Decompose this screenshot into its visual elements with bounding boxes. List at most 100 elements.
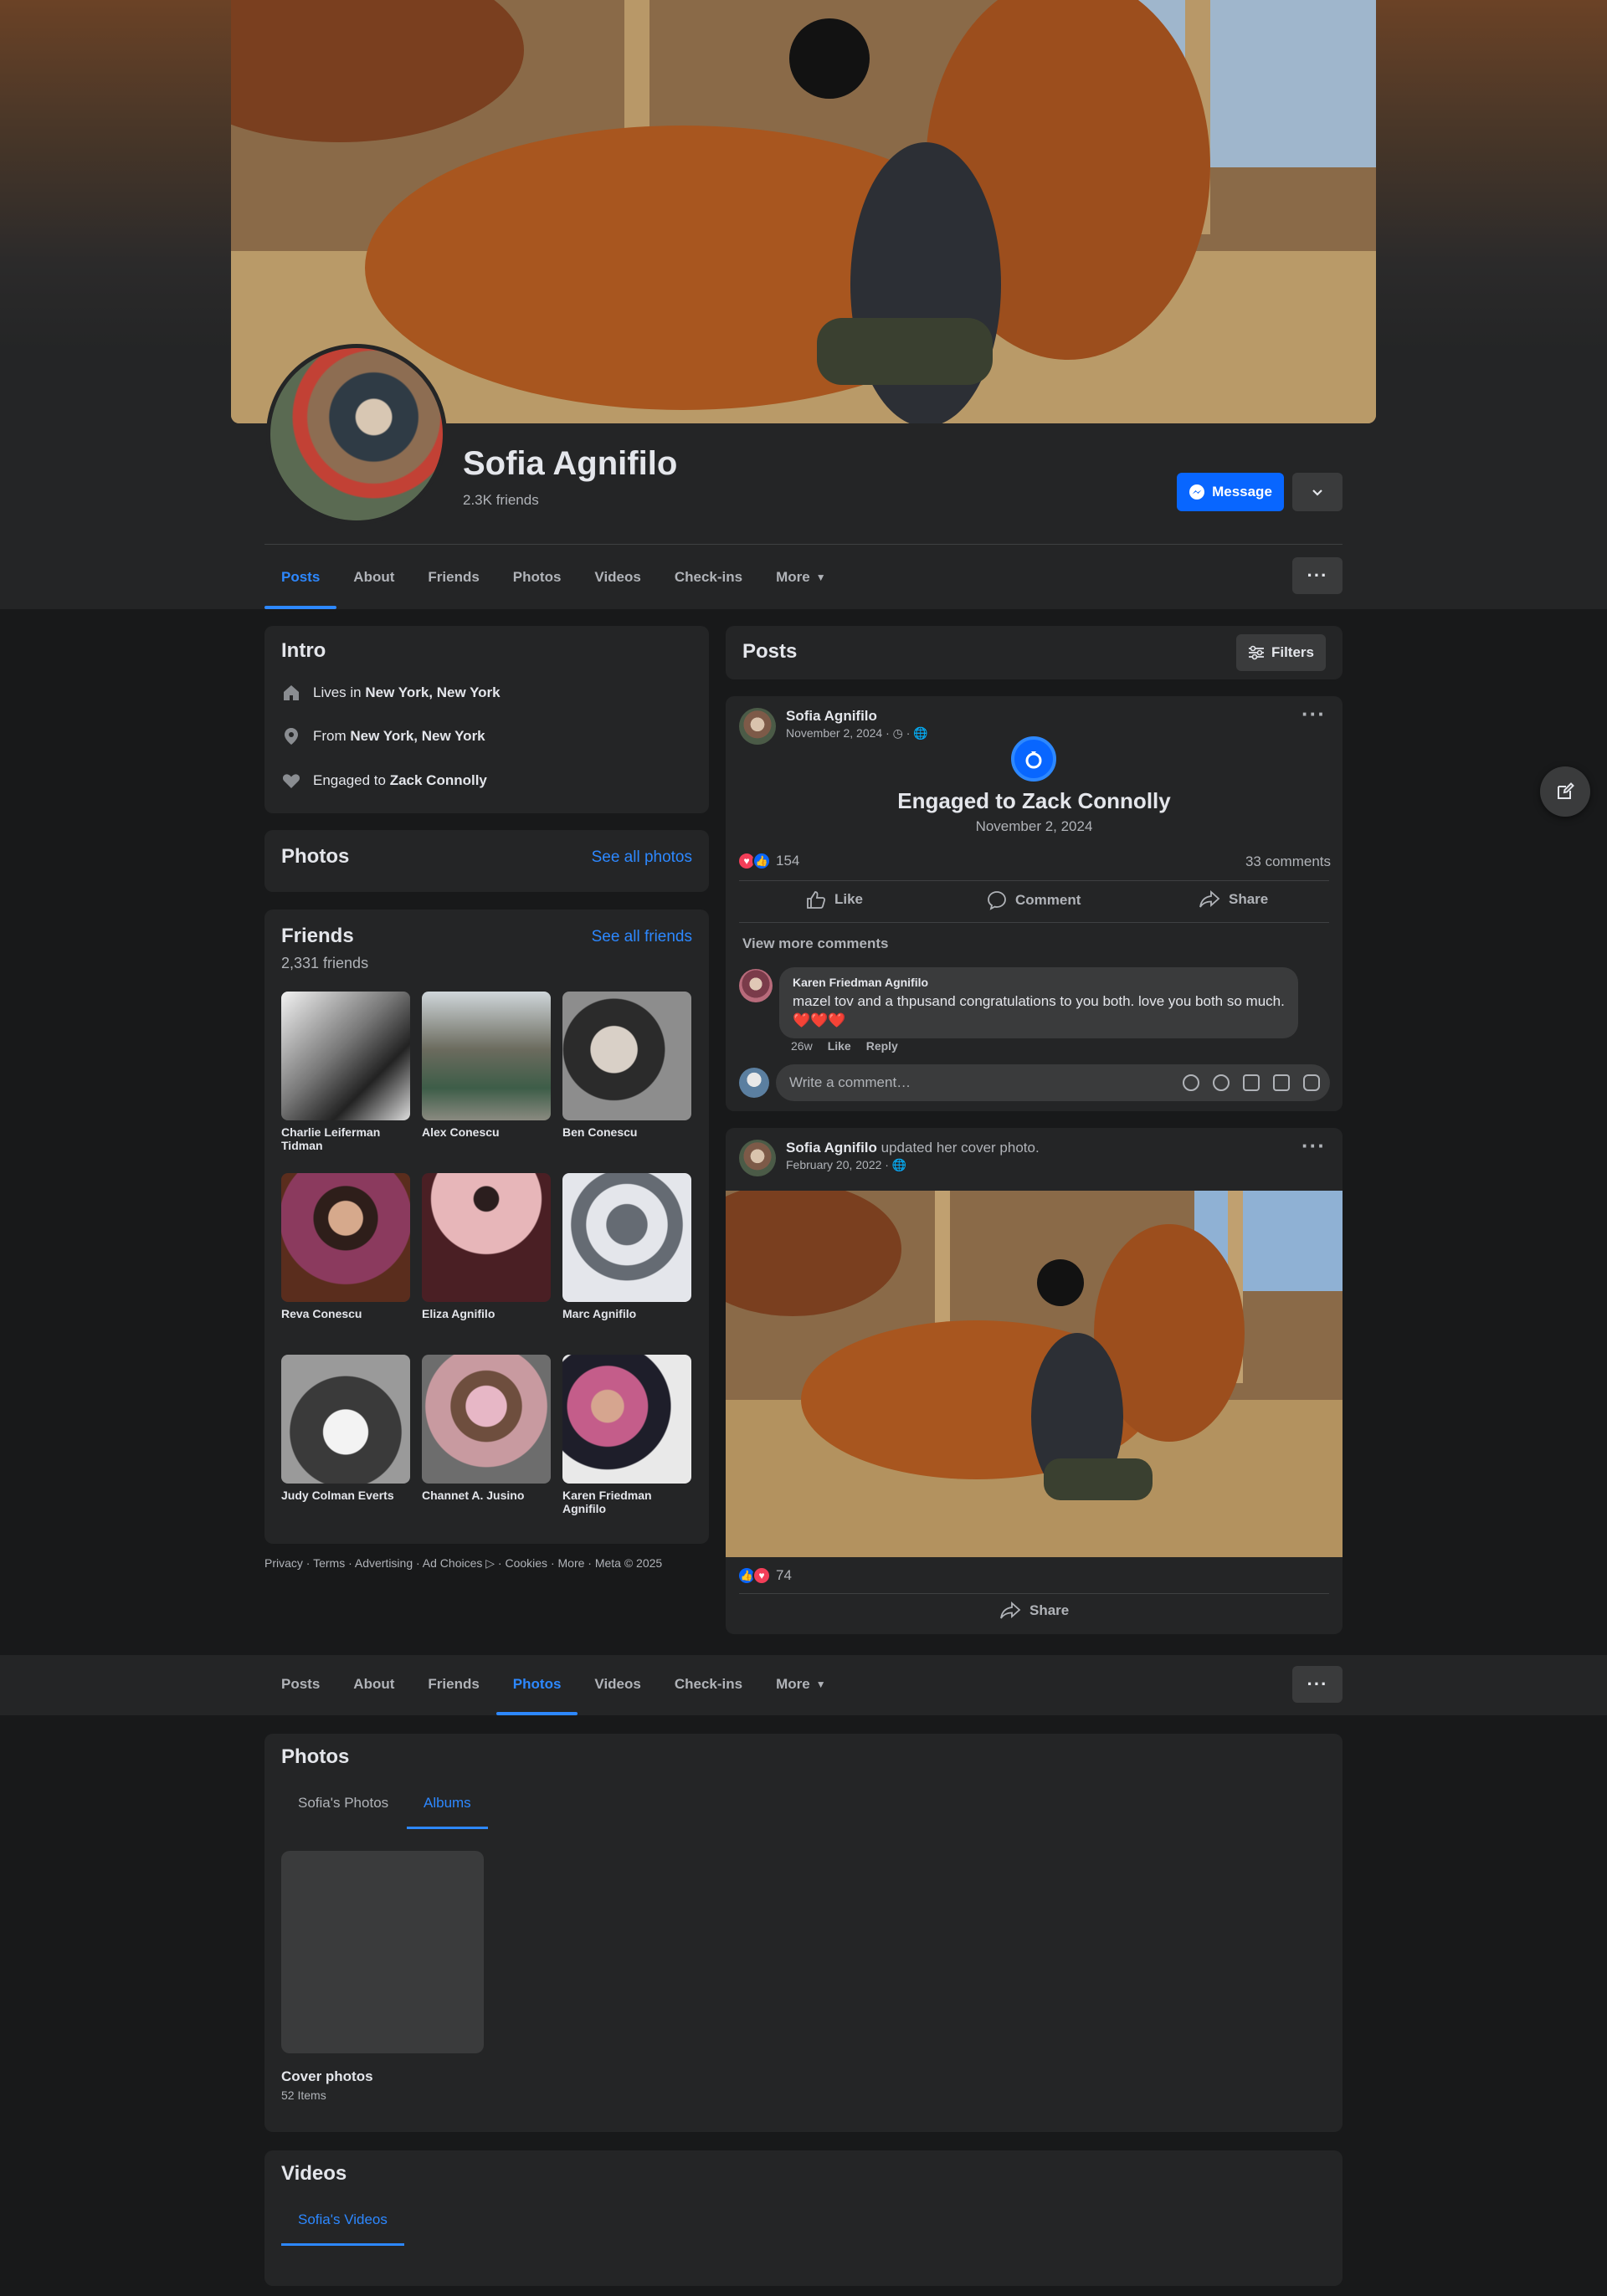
- gif-icon[interactable]: [1273, 1074, 1290, 1091]
- tab-more[interactable]: More ▼: [759, 546, 843, 609]
- post-author[interactable]: Sofia Agnifilo: [786, 1140, 877, 1156]
- friend-tile[interactable]: Marc Agnifilo: [562, 1173, 691, 1320]
- photos-card-title: Photos: [281, 845, 350, 868]
- see-all-friends-link[interactable]: See all friends: [592, 928, 692, 946]
- author-avatar[interactable]: [739, 1140, 776, 1176]
- comment-text: mazel tov and a thpusand congratulations…: [793, 993, 1285, 1028]
- profile-actions-dropdown[interactable]: [1292, 473, 1343, 511]
- friend-name[interactable]: Karen Friedman Agnifilo: [562, 1489, 691, 1515]
- friend-name[interactable]: Eliza Agnifilo: [422, 1307, 551, 1320]
- profile-more-button[interactable]: ···: [1292, 557, 1343, 594]
- message-button[interactable]: Message: [1177, 473, 1284, 511]
- friend-photo[interactable]: [562, 1173, 691, 1302]
- commenter-avatar[interactable]: [739, 969, 773, 1002]
- tab-about[interactable]: About: [336, 546, 411, 609]
- tab-photos[interactable]: Photos: [495, 1653, 578, 1715]
- camera-icon[interactable]: [1243, 1074, 1260, 1091]
- reaction-count: 74: [776, 1567, 792, 1583]
- view-more-comments[interactable]: View more comments: [742, 935, 888, 952]
- write-comment-input[interactable]: Write a comment…: [776, 1064, 1330, 1101]
- comment-like-link[interactable]: Like: [828, 1039, 851, 1053]
- tab-posts[interactable]: Posts: [264, 546, 337, 609]
- emoji-icon[interactable]: [1213, 1074, 1230, 1091]
- intro-lives-place[interactable]: New York, New York: [365, 684, 500, 700]
- tab-label: Check-ins: [674, 1676, 743, 1692]
- post-options-button[interactable]: ···: [1302, 701, 1326, 727]
- tab-sofias-videos[interactable]: Sofia's Videos: [281, 2194, 404, 2246]
- tab-friends[interactable]: Friends: [411, 1653, 495, 1715]
- profile-avatar[interactable]: [266, 344, 447, 525]
- album-name[interactable]: Cover photos: [281, 2068, 373, 2085]
- caret-down-icon: ▼: [815, 571, 826, 583]
- tab-videos[interactable]: Videos: [578, 1653, 657, 1715]
- friend-photo[interactable]: [422, 992, 551, 1120]
- friend-name[interactable]: Ben Conescu: [562, 1125, 691, 1139]
- friend-tile[interactable]: Reva Conescu: [281, 1173, 410, 1320]
- comment-button[interactable]: Comment: [987, 890, 1081, 910]
- friend-name[interactable]: Reva Conescu: [281, 1307, 410, 1320]
- author-avatar[interactable]: [739, 708, 776, 745]
- intro-from-place[interactable]: New York, New York: [350, 728, 485, 744]
- friend-photo[interactable]: [281, 992, 410, 1120]
- friend-tile[interactable]: Channet A. Jusino: [422, 1355, 551, 1502]
- comment-age[interactable]: 26w: [791, 1039, 813, 1053]
- friend-photo[interactable]: [562, 1355, 691, 1484]
- videos-section: Videos Sofia's Videos: [264, 2150, 1343, 2286]
- comment-count[interactable]: 33 comments: [1245, 853, 1331, 870]
- post-photo[interactable]: [726, 1191, 1343, 1557]
- post-author[interactable]: Sofia Agnifilo: [786, 708, 928, 725]
- tab-photos[interactable]: Photos: [496, 546, 578, 609]
- friend-name[interactable]: Marc Agnifilo: [562, 1307, 691, 1320]
- tab-videos[interactable]: Videos: [578, 546, 657, 609]
- friend-tile[interactable]: Charlie Leiferman Tidman: [281, 992, 410, 1152]
- tab-friends[interactable]: Friends: [411, 546, 495, 609]
- post-date-text[interactable]: February 20, 2022 ·: [786, 1158, 889, 1171]
- tab-label: Friends: [428, 569, 480, 585]
- friend-photo[interactable]: [422, 1173, 551, 1302]
- friend-photo[interactable]: [422, 1355, 551, 1484]
- post-date-text[interactable]: November 2, 2024 ·: [786, 726, 890, 740]
- tab-check-ins[interactable]: Check-ins: [658, 546, 759, 609]
- tab-albums[interactable]: Albums: [407, 1777, 488, 1829]
- tab-sofias-photos[interactable]: Sofia's Photos: [281, 1777, 405, 1829]
- friend-tile[interactable]: Ben Conescu: [562, 992, 691, 1139]
- tab-posts[interactable]: Posts: [264, 1653, 336, 1715]
- friend-photo[interactable]: [562, 992, 691, 1120]
- see-all-photos-link[interactable]: See all photos: [592, 848, 692, 867]
- friend-photo[interactable]: [281, 1173, 410, 1302]
- share-button[interactable]: Share: [1199, 890, 1268, 909]
- friend-name[interactable]: Alex Conescu: [422, 1125, 551, 1139]
- friend-name[interactable]: Judy Colman Everts: [281, 1489, 410, 1502]
- album-thumbnail[interactable]: [281, 1851, 484, 2053]
- intro-engaged-name[interactable]: Zack Connolly: [390, 772, 487, 788]
- friend-tile[interactable]: Alex Conescu: [422, 992, 551, 1139]
- like-button[interactable]: Like: [806, 890, 863, 909]
- post-options-button[interactable]: ···: [1302, 1133, 1326, 1159]
- tab-check-ins[interactable]: Check-ins: [658, 1653, 759, 1715]
- comment-author[interactable]: Karen Friedman Agnifilo: [793, 976, 1285, 989]
- profile-friends-count[interactable]: 2.3K friends: [463, 492, 539, 509]
- profile-more-button[interactable]: ···: [1292, 1666, 1343, 1703]
- sticker-icon[interactable]: [1303, 1074, 1320, 1091]
- share-button[interactable]: Share: [999, 1602, 1069, 1620]
- friend-name[interactable]: Channet A. Jusino: [422, 1489, 551, 1502]
- reaction-summary[interactable]: 👍 ♥ 74: [737, 1566, 792, 1585]
- reaction-icons: ♥ 👍: [737, 852, 771, 870]
- comment-reply-link[interactable]: Reply: [866, 1039, 898, 1053]
- friend-tile[interactable]: Judy Colman Everts: [281, 1355, 410, 1502]
- tab-about[interactable]: About: [336, 1653, 411, 1715]
- like-label: Like: [834, 891, 864, 907]
- friend-tile[interactable]: Karen Friedman Agnifilo: [562, 1355, 691, 1515]
- reaction-summary[interactable]: ♥ 👍 154: [737, 852, 799, 870]
- page-footer[interactable]: Privacy · Terms · Advertising · Ad Choic…: [264, 1556, 662, 1571]
- messenger-icon: [1189, 484, 1205, 500]
- tab-more[interactable]: More ▼: [759, 1653, 843, 1715]
- new-message-button[interactable]: [1540, 766, 1590, 817]
- friend-tile[interactable]: Eliza Agnifilo: [422, 1173, 551, 1320]
- avatar-sticker-icon[interactable]: [1183, 1074, 1199, 1091]
- friend-photo[interactable]: [281, 1355, 410, 1484]
- friend-name[interactable]: Charlie Leiferman Tidman: [281, 1125, 410, 1152]
- filters-button[interactable]: Filters: [1235, 634, 1326, 671]
- tab-label: Videos: [594, 569, 641, 585]
- viewer-avatar[interactable]: [739, 1068, 769, 1098]
